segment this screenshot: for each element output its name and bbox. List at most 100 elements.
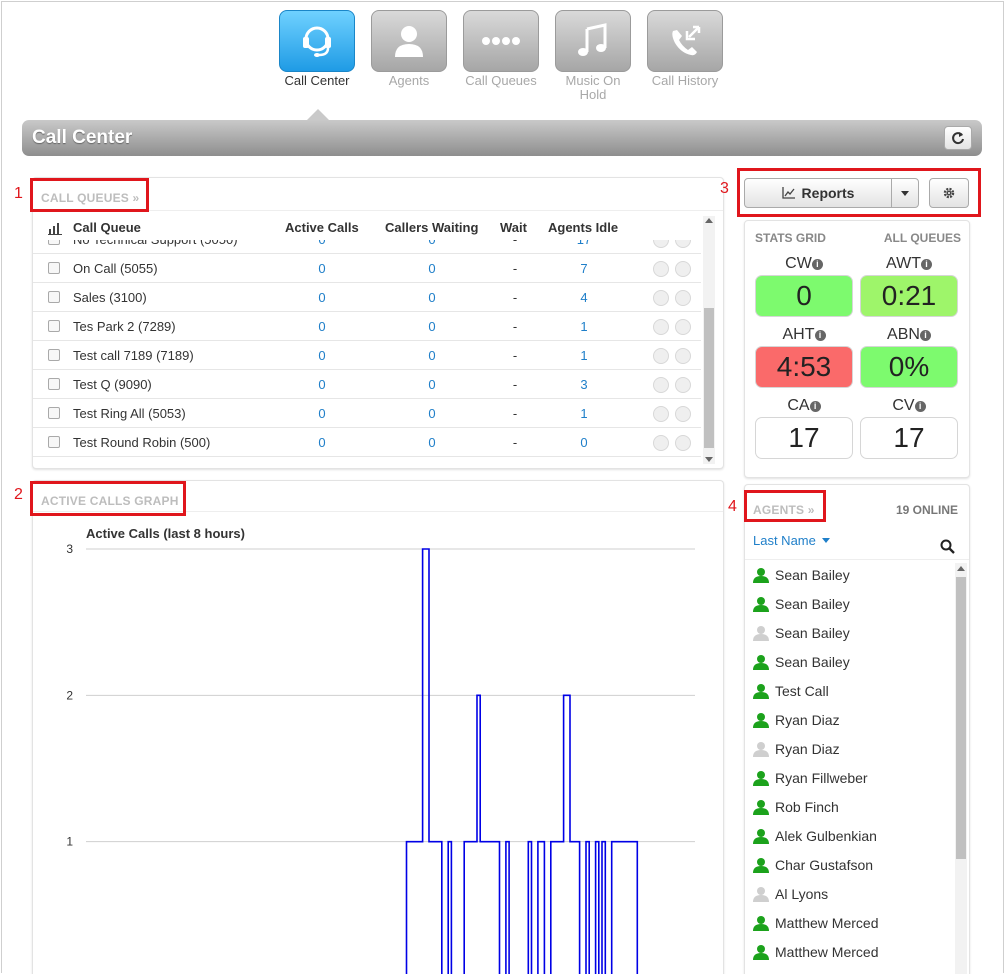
refresh-button[interactable] [944, 126, 972, 150]
agent-name[interactable]: Sean Bailey [775, 654, 850, 670]
info-icon[interactable]: i [919, 330, 931, 341]
queue-agents-idle[interactable]: 3 [574, 377, 594, 392]
queue-agents-icon[interactable] [653, 290, 669, 306]
queue-active-calls[interactable]: 0 [312, 348, 332, 363]
queue-agents-icon[interactable] [653, 377, 669, 393]
queue-checkbox[interactable] [48, 349, 60, 361]
queue-active-calls[interactable]: 0 [312, 290, 332, 305]
nav-agents[interactable]: Agents [371, 10, 447, 102]
agent-name[interactable]: Sean Bailey [775, 625, 850, 641]
agent-name[interactable]: Al Lyons [775, 886, 828, 902]
queue-agents-icon[interactable] [653, 240, 669, 248]
queue-callers-waiting[interactable]: 0 [422, 435, 442, 450]
agent-name[interactable]: Sean Bailey [775, 567, 850, 583]
nav-call-history[interactable]: Call History [647, 10, 723, 102]
queue-callers-waiting[interactable]: 0 [422, 261, 442, 276]
queue-row[interactable]: On Call (5055) 0 0 - 7 [33, 254, 701, 283]
col-call-queue[interactable]: Call Queue [73, 220, 141, 235]
queue-blocked-icon[interactable] [675, 377, 691, 393]
agent-name[interactable]: Ryan Diaz [775, 741, 840, 757]
scroll-down-icon[interactable] [705, 457, 713, 462]
queue-blocked-icon[interactable] [675, 435, 691, 451]
queue-row[interactable]: No Technical Support (5050) 0 0 - 17 [33, 240, 701, 254]
agent-name[interactable]: Alek Gulbenkian [775, 828, 877, 844]
agent-name[interactable]: Sean Bailey [775, 596, 850, 612]
queue-agents-idle[interactable]: 7 [574, 261, 594, 276]
queue-agents-idle[interactable]: 17 [574, 240, 594, 247]
agent-name[interactable]: Matthew Merced [775, 915, 878, 931]
agent-list-item[interactable]: Sean Bailey [753, 593, 850, 615]
agent-name[interactable]: Matthew Merced [775, 944, 878, 960]
scroll-thumb[interactable] [704, 308, 714, 448]
queue-blocked-icon[interactable] [675, 240, 691, 248]
queue-blocked-icon[interactable] [675, 348, 691, 364]
queue-callers-waiting[interactable]: 0 [422, 377, 442, 392]
queue-checkbox[interactable] [48, 436, 60, 448]
agent-list-item[interactable]: Sean Bailey [753, 651, 850, 673]
queue-row[interactable]: Tes Park 2 (7289) 0 0 - 1 [33, 312, 701, 341]
queue-agents-idle[interactable]: 1 [574, 406, 594, 421]
agent-list-item[interactable]: Alek Gulbenkian [753, 825, 877, 847]
agent-name[interactable]: Ryan Fillweber [775, 770, 868, 786]
agent-name[interactable]: Char Gustafson [775, 857, 873, 873]
queue-checkbox[interactable] [48, 378, 60, 390]
agent-name[interactable]: Test Call [775, 683, 829, 699]
agent-list-item[interactable]: Matthew Merced [753, 941, 878, 963]
col-agents-idle[interactable]: Agents Idle [548, 220, 618, 235]
agent-list-item[interactable]: Test Call [753, 680, 829, 702]
info-icon[interactable]: i [914, 401, 926, 412]
queue-agents-idle[interactable]: 1 [574, 319, 594, 334]
col-callers-waiting[interactable]: Callers Waiting [385, 220, 478, 235]
queue-callers-waiting[interactable]: 0 [422, 319, 442, 334]
queue-name[interactable]: Tes Park 2 (7289) [73, 319, 176, 334]
stat-tile[interactable]: CW i 0 [755, 255, 853, 317]
queue-callers-waiting[interactable]: 0 [422, 348, 442, 363]
queue-blocked-icon[interactable] [675, 261, 691, 277]
agent-sort-dropdown[interactable]: Last Name [753, 533, 830, 548]
stat-tile[interactable]: AWT i 0:21 [860, 255, 958, 317]
queue-row[interactable]: Test Q (9090) 0 0 - 3 [33, 370, 701, 399]
agent-list-item[interactable]: Sean Bailey [753, 622, 850, 644]
info-icon[interactable]: i [920, 259, 932, 270]
queue-row[interactable]: Test call 7189 (7189) 0 0 - 1 [33, 341, 701, 370]
queue-agents-icon[interactable] [653, 406, 669, 422]
search-icon[interactable] [940, 539, 955, 554]
queues-scrollbar[interactable] [703, 216, 715, 464]
queue-callers-waiting[interactable]: 0 [422, 240, 442, 247]
queue-callers-waiting[interactable]: 0 [422, 290, 442, 305]
queue-row[interactable]: Test Ring All (5053) 0 0 - 1 [33, 399, 701, 428]
nav-call-center[interactable]: Call Center [279, 10, 355, 102]
queue-checkbox[interactable] [48, 262, 60, 274]
agents-scrollbar[interactable] [955, 563, 967, 974]
queue-row[interactable]: Sales (3100) 0 0 - 4 [33, 283, 701, 312]
stat-tile[interactable]: CV i 17 [860, 397, 958, 459]
col-wait[interactable]: Wait [500, 220, 527, 235]
queue-blocked-icon[interactable] [675, 319, 691, 335]
queue-name[interactable]: Test call 7189 (7189) [73, 348, 194, 363]
queue-blocked-icon[interactable] [675, 406, 691, 422]
queue-active-calls[interactable]: 0 [312, 319, 332, 334]
queue-active-calls[interactable]: 0 [312, 406, 332, 421]
info-icon[interactable]: i [809, 401, 821, 412]
queue-agents-idle[interactable]: 4 [574, 290, 594, 305]
queue-name[interactable]: Sales (3100) [73, 290, 147, 305]
scroll-thumb[interactable] [956, 577, 966, 859]
agent-list-item[interactable]: Char Gustafson [753, 854, 873, 876]
col-active-calls[interactable]: Active Calls [285, 220, 359, 235]
stat-tile[interactable]: AHT i 4:53 [755, 326, 853, 388]
nav-call-queues[interactable]: Call Queues [463, 10, 539, 102]
agent-name[interactable]: Rob Finch [775, 799, 839, 815]
scroll-up-icon[interactable] [957, 566, 965, 571]
bar-chart-icon[interactable] [48, 223, 62, 235]
queue-agents-idle[interactable]: 1 [574, 348, 594, 363]
queue-checkbox[interactable] [48, 291, 60, 303]
queue-callers-waiting[interactable]: 0 [422, 406, 442, 421]
nav-music-on-hold[interactable]: Music On Hold [555, 10, 631, 102]
agent-list-item[interactable]: Ryan Diaz [753, 709, 840, 731]
queue-blocked-icon[interactable] [675, 290, 691, 306]
info-icon[interactable]: i [814, 330, 826, 341]
stat-tile[interactable]: ABN i 0% [860, 326, 958, 388]
queue-agents-icon[interactable] [653, 261, 669, 277]
queue-checkbox[interactable] [48, 320, 60, 332]
stats-scope-label[interactable]: ALL QUEUES [884, 231, 961, 245]
